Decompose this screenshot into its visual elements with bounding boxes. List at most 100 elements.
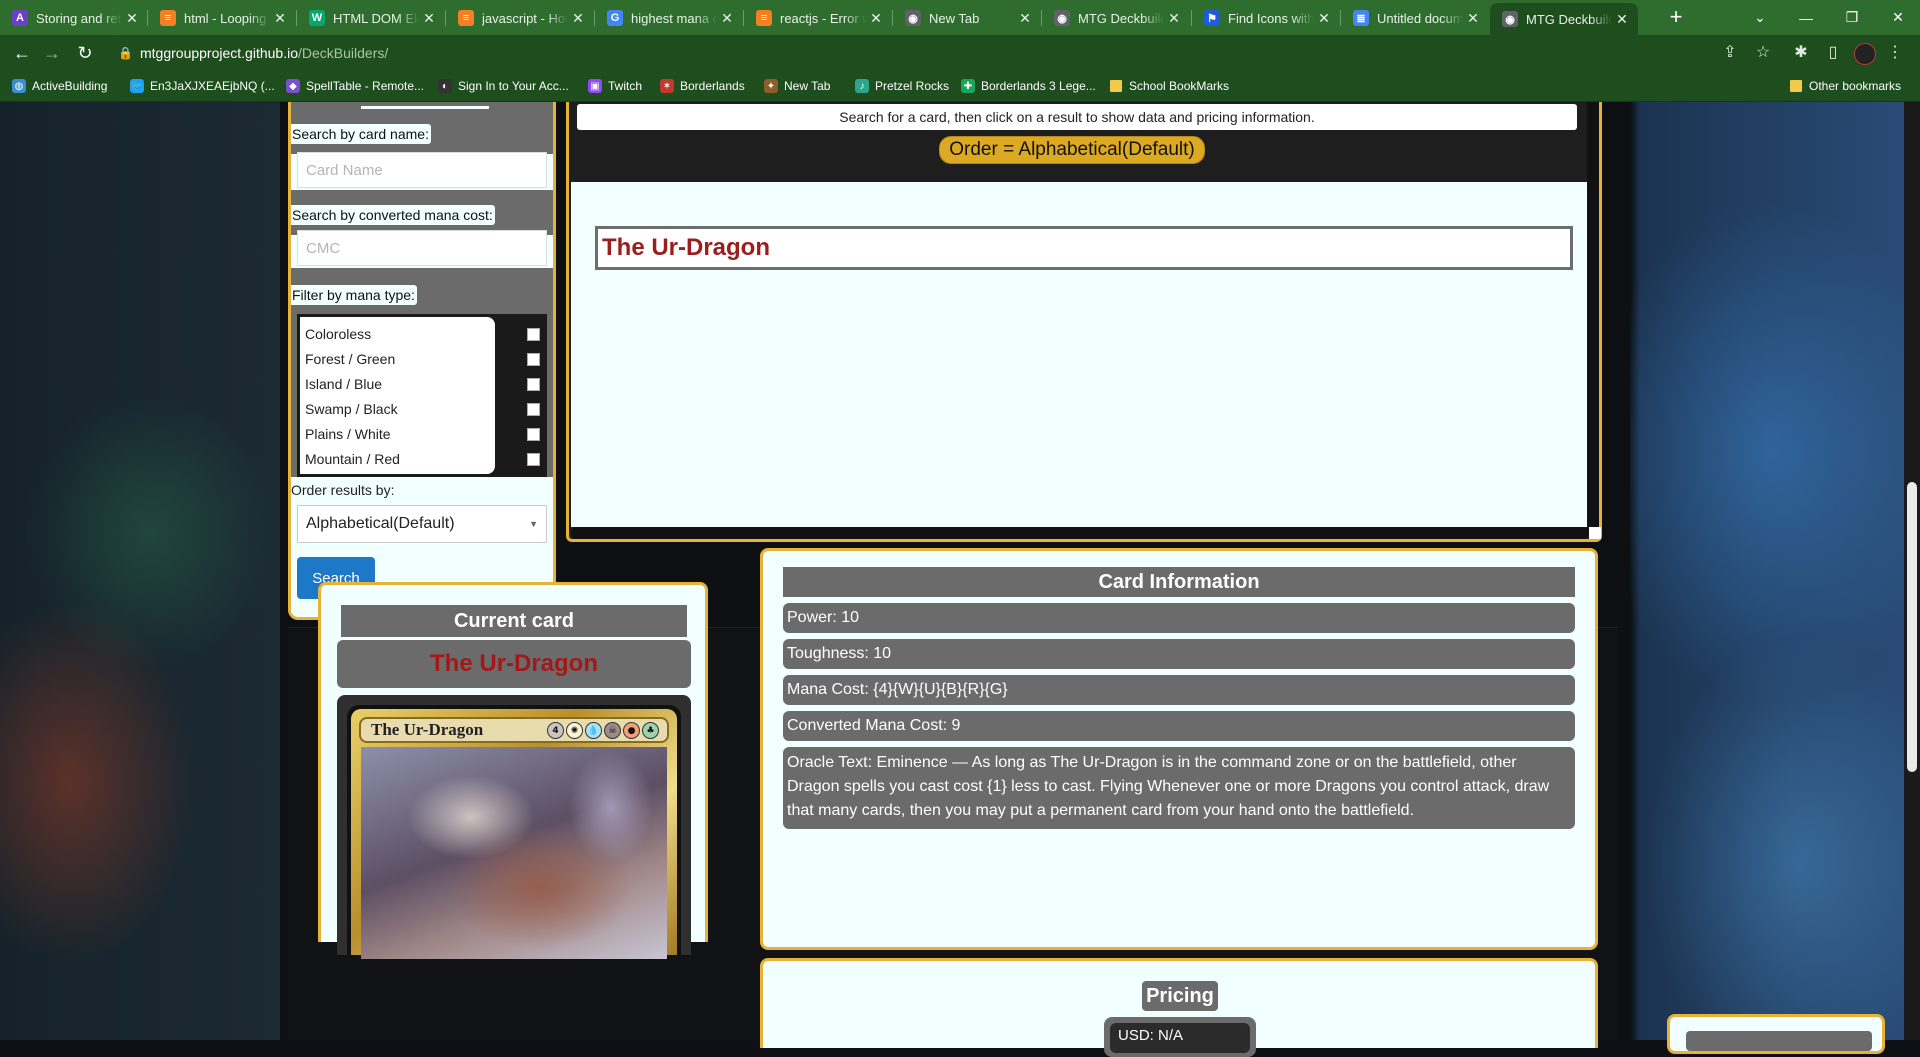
restore-button[interactable]: ❐: [1829, 0, 1875, 35]
browser-tab[interactable]: ≡ reactjs - Error w ✕: [744, 3, 892, 33]
extensions-icon[interactable]: ✱: [1790, 42, 1812, 64]
card-name-input[interactable]: [297, 152, 547, 188]
card-image: The Ur-Dragon 4 ✺ 💧 ☠ ● ♣: [347, 705, 681, 959]
tab-title: MTG Deckbuilde: [1078, 10, 1164, 26]
reload-icon[interactable]: ↻: [73, 41, 97, 65]
tab-favicon-icon: ◉: [905, 10, 921, 26]
close-tab-icon[interactable]: ✕: [270, 10, 290, 27]
bookmark-favicon-icon: ✚: [961, 79, 975, 93]
forward-icon[interactable]: →: [40, 41, 64, 65]
bookmark-item[interactable]: ◆ SpellTable - Remote...: [286, 77, 424, 95]
address-bar[interactable]: 🔒 mtggroupproject.github.io/DeckBuilders…: [108, 38, 1762, 68]
mana-type-checkbox[interactable]: [527, 453, 540, 466]
results-horizontal-scrollbar[interactable]: [571, 527, 1589, 539]
close-tab-icon[interactable]: ✕: [1314, 10, 1334, 27]
oracle-text-row: Oracle Text: Eminence — As long as The U…: [783, 747, 1575, 829]
profile-avatar[interactable]: [1854, 43, 1876, 65]
bookmark-favicon-icon: ▣: [588, 79, 602, 93]
close-tab-icon[interactable]: ✕: [419, 10, 439, 27]
bookmark-favicon-icon: ✦: [764, 79, 778, 93]
browser-tab[interactable]: ⚑ Find Icons with ✕: [1192, 3, 1340, 33]
order-label: Order results by:: [291, 482, 395, 498]
bookmark-favicon-icon: 🐦: [130, 79, 144, 93]
tab-title: HTML DOM Elem: [333, 10, 419, 26]
mana-type-checkbox[interactable]: [527, 403, 540, 416]
bookmark-item[interactable]: ✚ Borderlands 3 Lege...: [961, 77, 1096, 95]
share-icon[interactable]: ⇪: [1719, 42, 1741, 64]
mana-type-label: Coloroless: [305, 326, 372, 342]
bookmark-item[interactable]: ◐ Sign In to Your Acc...: [438, 77, 569, 95]
bookmark-favicon-icon: ◆: [286, 79, 300, 93]
card-title-text: The Ur-Dragon: [371, 720, 484, 739]
bookmark-item[interactable]: ◍ ActiveBuilding: [12, 77, 107, 95]
mana-type-checkbox[interactable]: [527, 378, 540, 391]
mana-symbol-icon: ☠: [604, 722, 621, 739]
side-widget: [1667, 1014, 1885, 1054]
tab-title: Find Icons with: [1228, 10, 1314, 26]
page-scrollbar-thumb[interactable]: [1907, 482, 1917, 772]
tab-search-icon[interactable]: ⌄: [1737, 0, 1783, 35]
tab-title: MTG Deckbuilde: [1526, 11, 1612, 27]
bookmark-item[interactable]: ♪ Pretzel Rocks: [855, 77, 949, 95]
mana-type-checkbox[interactable]: [527, 428, 540, 441]
close-tab-icon[interactable]: ✕: [866, 10, 886, 27]
page-scrollbar[interactable]: [1904, 102, 1920, 1040]
side-panel-icon[interactable]: ▯: [1822, 42, 1844, 64]
bookmark-favicon-icon: ✶: [660, 79, 674, 93]
cmc-row: Converted Mana Cost: 9: [783, 711, 1575, 741]
mana-type-label: Island / Blue: [305, 376, 383, 392]
pricing-panel: Pricing USD: N/A: [760, 958, 1598, 1057]
bookmark-item[interactable]: ✦ New Tab: [764, 77, 830, 95]
order-select[interactable]: Alphabetical(Default) ▼: [297, 505, 547, 543]
order-indicator: Order = Alphabetical(Default): [939, 136, 1205, 164]
tab-favicon-icon: ◉: [1502, 11, 1518, 27]
cmc-input[interactable]: [297, 230, 547, 266]
tab-title: Storing and retr: [36, 10, 122, 26]
browser-tab[interactable]: ≡ javascript - How ✕: [446, 3, 594, 33]
bookmark-item[interactable]: ▣ Twitch: [588, 77, 642, 95]
bookmark-item[interactable]: 🐦 En3JaXJXEAEjbNQ (...: [130, 77, 275, 95]
bookmark-favicon-icon: ◍: [12, 79, 26, 93]
mana-symbol-icon: 4: [547, 722, 564, 739]
current-card-name: The Ur-Dragon: [337, 640, 691, 688]
browser-tab[interactable]: ≡ html - Looping t ✕: [148, 3, 296, 33]
close-tab-icon[interactable]: ✕: [1015, 10, 1035, 27]
results-scrollbar[interactable]: [1587, 102, 1599, 532]
other-bookmarks[interactable]: Other bookmarks: [1790, 77, 1901, 95]
mana-symbol-icon: ♣: [642, 722, 659, 739]
browser-tab[interactable]: ≣ Untitled docum ✕: [1341, 3, 1489, 33]
menu-icon[interactable]: ⋮: [1884, 42, 1906, 64]
browser-tab[interactable]: ◉ MTG Deckbuilde✕: [1490, 3, 1638, 35]
browser-tab[interactable]: W HTML DOM Elem✕: [297, 3, 445, 33]
close-tab-icon[interactable]: ✕: [1612, 11, 1632, 28]
bookmark-star-icon[interactable]: ☆: [1752, 42, 1774, 64]
browser-tab[interactable]: A Storing and retr ✕: [0, 3, 148, 33]
power-row: Power: 10: [783, 603, 1575, 633]
chevron-down-icon: ▼: [529, 519, 538, 529]
browser-tab[interactable]: Ghighest mana cc ✕: [595, 3, 743, 33]
mana-type-checkbox[interactable]: [527, 353, 540, 366]
bookmark-item[interactable]: School BookMarks: [1110, 77, 1229, 95]
current-card-panel: Current card The Ur-Dragon The Ur-Dragon…: [318, 582, 708, 959]
close-tab-icon[interactable]: ✕: [568, 10, 588, 27]
back-icon[interactable]: ←: [10, 41, 34, 65]
bookmark-item[interactable]: ✶ Borderlands: [660, 77, 745, 95]
minimize-button[interactable]: —: [1783, 0, 1829, 35]
close-tab-icon[interactable]: ✕: [122, 10, 142, 27]
mana-type-checkbox[interactable]: [527, 328, 540, 341]
bookmarks-bar: Other bookmarks ◍ ActiveBuilding 🐦 En3JaXJX…: [0, 71, 1920, 102]
close-tab-icon[interactable]: ✕: [717, 10, 737, 27]
result-item[interactable]: The Ur-Dragon: [595, 226, 1573, 270]
tab-favicon-icon: A: [12, 10, 28, 26]
new-tab-button[interactable]: +: [1662, 4, 1690, 32]
browser-tab[interactable]: ◉ New Tab ✕: [893, 3, 1041, 33]
card-name-label: Search by card name:: [291, 124, 431, 144]
bookmark-favicon-icon: ◐: [438, 79, 452, 93]
results-panel: Search for a card, then click on a resul…: [566, 102, 1602, 542]
browser-tab[interactable]: ◉ MTG Deckbuilde✕: [1042, 3, 1190, 33]
close-tab-icon[interactable]: ✕: [1164, 10, 1184, 27]
close-window-button[interactable]: ✕: [1875, 0, 1920, 35]
bookmark-label: Sign In to Your Acc...: [458, 79, 569, 93]
close-tab-icon[interactable]: ✕: [1463, 10, 1483, 27]
tab-title: Untitled docum: [1377, 10, 1463, 26]
